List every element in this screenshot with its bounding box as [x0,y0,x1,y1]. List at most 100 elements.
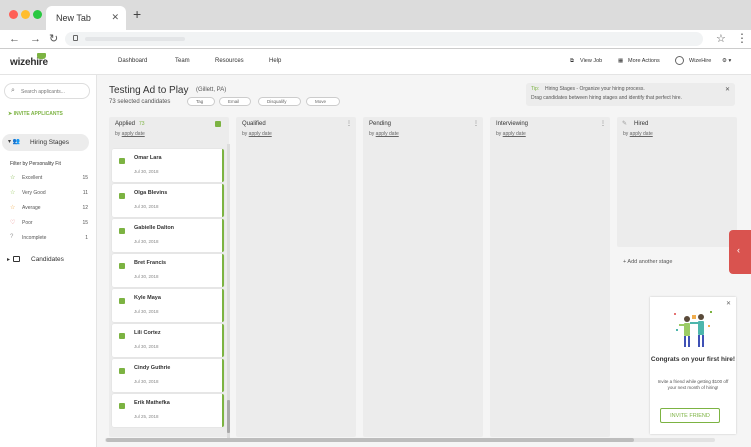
more-actions-button[interactable]: More Actions [628,58,660,64]
candidate-checkbox[interactable] [119,158,125,164]
job-location: (Gillett, PA) [196,87,227,93]
disqualify-button[interactable]: Disqualify [258,97,301,106]
close-icon[interactable]: ✕ [725,86,730,93]
window-close-dot[interactable] [9,10,18,19]
nav-dashboard[interactable]: Dashboard [118,58,147,64]
fit-filter-excellent[interactable]: ☆ Excellent 15 [10,174,88,184]
candidate-checkbox[interactable] [119,298,125,304]
sort-by-label[interactable]: by apply date [242,131,272,137]
close-tab-icon[interactable]: ✕ [111,12,119,23]
promo-title: Congrats on your first hire! [650,356,736,363]
browser-menu-icon[interactable]: ⋮ [736,32,748,44]
invite-applicants-link[interactable]: ➤ INVITE APPLICANTS [8,111,63,117]
sort-by-label[interactable]: by apply date [496,131,526,137]
tag-button[interactable]: Tag [187,97,215,106]
account-avatar-icon[interactable] [675,56,684,65]
lock-icon [73,35,78,41]
url-input[interactable] [65,32,703,46]
stage-column-pending: Pending ⋮ by apply date [363,117,483,437]
sort-by-label[interactable]: by apply date [369,131,399,137]
candidate-name: Omar Lara [134,155,162,161]
back-arrow-icon[interactable]: ← [9,32,20,46]
reload-icon[interactable]: ↻ [49,32,58,46]
fit-icon: ☆ [10,205,16,211]
move-button[interactable]: Move [306,97,340,106]
more-vert-icon[interactable]: ⋮ [346,120,352,127]
candidate-checkbox[interactable] [119,263,125,269]
selected-count: 73 selected candidates [109,99,171,105]
card-scrollbar-thumb[interactable] [227,400,230,433]
candidate-card[interactable]: Kyle Maya Jul 30, 2018 [112,289,224,322]
pipeline-board: Testing Ad to Play (Gillett, PA) 73 sele… [97,75,751,447]
invite-friend-button[interactable]: INVITE FRIEND [660,408,720,423]
filter-title: Filter by Personality Fit [10,161,61,167]
fit-count: 12 [82,205,88,211]
candidate-checkbox[interactable] [119,228,125,234]
candidate-checkbox[interactable] [119,368,125,374]
sidebar-item-candidates[interactable]: ▸ Candidates [5,255,93,267]
fit-label: Average [22,205,41,211]
candidate-card[interactable]: Erik Mathefka Jul 25, 2018 [112,394,224,427]
sidebar-item-hiring-stages[interactable]: ▾ 👥 Hiring Stages [2,134,89,151]
expand-panel-tab[interactable]: ‹ [729,230,751,274]
tip-banner: Tip: Hiring Stages - Organize your hirin… [526,83,735,106]
add-stage-button[interactable]: + Add another stage [617,256,737,271]
fit-icon: ☆ [10,175,16,181]
candidate-card[interactable]: Gabielle Dalton Jul 30, 2018 [112,219,224,252]
add-stage-label: + Add another stage [623,259,673,265]
more-vert-icon[interactable]: ⋮ [600,120,606,127]
tip-label: Tip: [531,86,540,92]
candidate-checkbox[interactable] [119,403,125,409]
bookmark-star-icon[interactable]: ☆ [716,33,726,45]
candidate-card[interactable]: Omar Lara Jul 30, 2018 [112,149,224,182]
sort-by-label[interactable]: by apply date [623,131,653,137]
card-scrollbar[interactable] [227,144,230,439]
search-input[interactable]: ⌕ Search applicants... [4,83,90,99]
view-job-link[interactable]: View Job [580,58,602,64]
candidate-date: Jul 25, 2018 [134,414,159,419]
more-vert-icon[interactable]: ⋮ [473,120,479,127]
candidate-card[interactable]: Cindy Guthrie Jul 30, 2018 [112,359,224,392]
nav-help[interactable]: Help [269,58,281,64]
nav-resources[interactable]: Resources [215,58,244,64]
stage-column-qualified: Qualified ⋮ by apply date [236,117,356,437]
promo-body: Invite a friend while getting $100 off y… [657,379,729,390]
sort-by-label[interactable]: by apply date [115,131,145,137]
account-name[interactable]: WizeHire [689,58,711,64]
fit-filter-average[interactable]: ☆ Average 12 [10,204,88,214]
candidate-name: Kyle Maya [134,295,161,301]
chevron-right-icon: ▸ [7,257,11,263]
browser-tab[interactable]: New Tab ✕ [46,6,126,30]
email-button[interactable]: Email [219,97,251,106]
candidate-name: Olga Blevins [134,190,168,196]
settings-gear-icon[interactable]: ⚙ ▾ [722,58,731,64]
candidate-checkbox[interactable] [119,333,125,339]
app-header: wizehire Dashboard Team Resources Help ⧉… [0,49,751,75]
candidate-card[interactable]: Bret Francis Jul 30, 2018 [112,254,224,287]
candidate-card[interactable]: Lili Cortez Jul 30, 2018 [112,324,224,357]
external-link-icon: ⧉ [570,58,574,64]
select-all-checkbox[interactable] [215,121,221,127]
candidate-date: Jul 30, 2018 [134,379,159,384]
sidebar: ⌕ Search applicants... ➤ INVITE APPLICAN… [0,75,97,447]
fit-filter-incomplete[interactable]: ? Incomplete 1 [10,234,88,244]
fit-count: 11 [82,190,88,196]
forward-arrow-icon[interactable]: → [30,32,41,46]
board-scrollbar-thumb[interactable] [106,438,634,442]
fit-icon: ☆ [10,190,16,196]
fit-filter-poor[interactable]: ♡ Poor 15 [10,219,88,229]
stage-column-applied: Applied 73 by apply date Omar Lara Jul 30,… [109,117,229,437]
tip-text-1: Hiring Stages - Organize your hiring pro… [545,86,645,92]
candidate-card[interactable]: Olga Blevins Jul 30, 2018 [112,184,224,217]
fit-count: 1 [85,235,88,241]
window-maximize-dot[interactable] [33,10,42,19]
candidate-checkbox[interactable] [119,193,125,199]
column-title: Applied 73 [115,121,145,127]
new-tab-button[interactable]: + [133,7,141,21]
fit-filter-very-good[interactable]: ☆ Very Good 11 [10,189,88,199]
window-minimize-dot[interactable] [21,10,30,19]
pin-icon: ✎ [622,121,628,127]
nav-team[interactable]: Team [175,58,190,64]
chevron-left-icon: ‹ [737,245,740,255]
candidate-name: Cindy Guthrie [134,365,171,371]
